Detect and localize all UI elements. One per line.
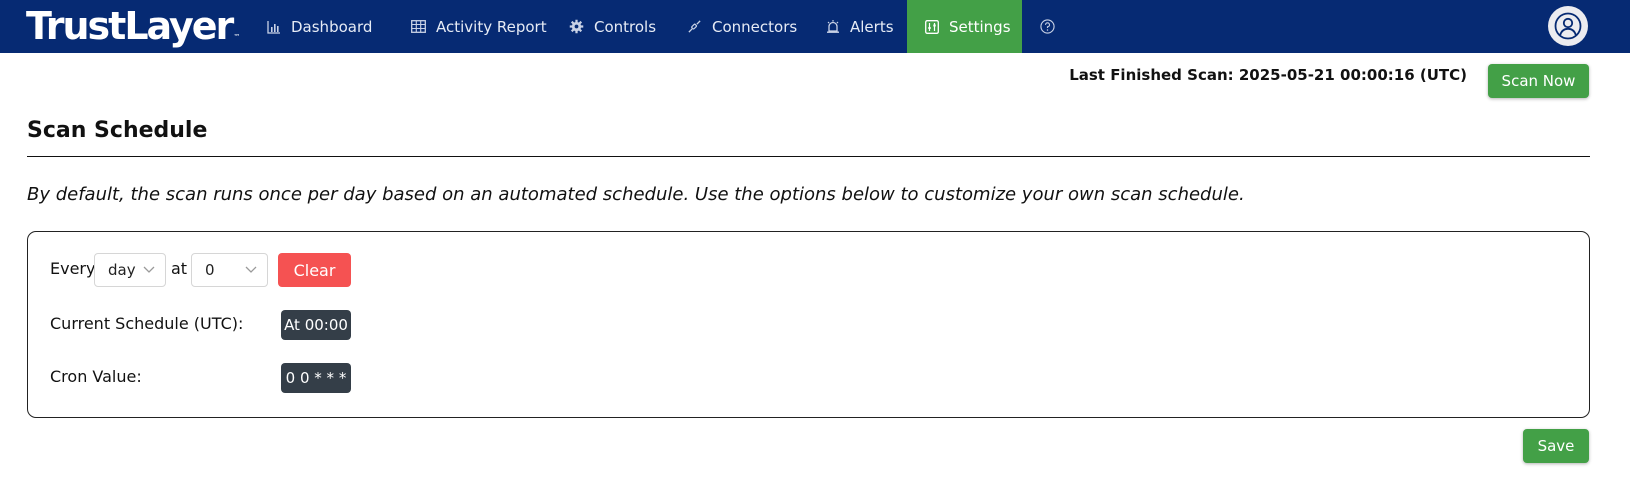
clear-button[interactable]: Clear — [278, 253, 351, 287]
nav-connectors[interactable]: Connectors — [687, 0, 797, 53]
nav-controls-label: Controls — [594, 17, 657, 36]
user-circle-icon — [1554, 12, 1582, 40]
cron-value-label: Cron Value: — [50, 367, 142, 386]
cron-value: 0 0 * * * — [281, 363, 351, 393]
nav-settings-label: Settings — [949, 17, 1011, 36]
scan-now-button[interactable]: Scan Now — [1488, 64, 1589, 98]
hour-select-value: 0 — [205, 261, 215, 279]
logo-text: TrustLayer — [26, 4, 234, 48]
last-finished-scan-text: Last Finished Scan: 2025-05-21 00:00:16 … — [1069, 66, 1467, 84]
nav-dashboard-label: Dashboard — [291, 17, 373, 36]
at-label: at — [171, 259, 188, 278]
nav-alerts[interactable]: Alerts — [826, 0, 894, 53]
nav-controls[interactable]: Controls — [569, 0, 656, 53]
hour-select[interactable]: 0 — [191, 253, 268, 287]
help-circle-icon — [1040, 19, 1055, 34]
nav-connectors-label: Connectors — [712, 17, 798, 36]
chevron-down-icon — [143, 266, 155, 273]
app-logo[interactable]: TrustLayer™ — [26, 3, 240, 60]
sliders-icon — [925, 19, 939, 34]
current-schedule-value: At 00:00 — [281, 310, 351, 340]
alarm-icon — [827, 20, 839, 33]
chevron-down-icon — [245, 266, 257, 273]
nav-settings[interactable]: Settings — [907, 0, 1022, 53]
current-schedule-label: Current Schedule (UTC): — [50, 314, 244, 333]
save-button[interactable]: Save — [1523, 429, 1589, 463]
every-label: Every — [50, 259, 96, 278]
nav-activity-report-label: Activity Report — [436, 17, 547, 36]
top-navbar: TrustLayer™ Dashboard Activity Report Co… — [0, 0, 1630, 53]
page-title: Scan Schedule — [27, 118, 208, 143]
logo-trademark: ™ — [233, 33, 241, 41]
gear-icon — [569, 19, 584, 34]
account-avatar-button[interactable] — [1548, 6, 1588, 46]
nav-alerts-label: Alerts — [850, 17, 894, 36]
bar-chart-icon — [267, 20, 280, 34]
title-divider — [27, 156, 1590, 157]
schedule-description: By default, the scan runs once per day b… — [27, 184, 1245, 205]
period-select[interactable]: day — [94, 253, 166, 287]
plug-icon — [688, 20, 701, 33]
nav-dashboard[interactable]: Dashboard — [267, 0, 372, 53]
nav-activity-report[interactable]: Activity Report — [411, 0, 547, 53]
help-button[interactable] — [1040, 0, 1065, 53]
table-icon — [411, 20, 426, 33]
period-select-value: day — [108, 261, 136, 279]
